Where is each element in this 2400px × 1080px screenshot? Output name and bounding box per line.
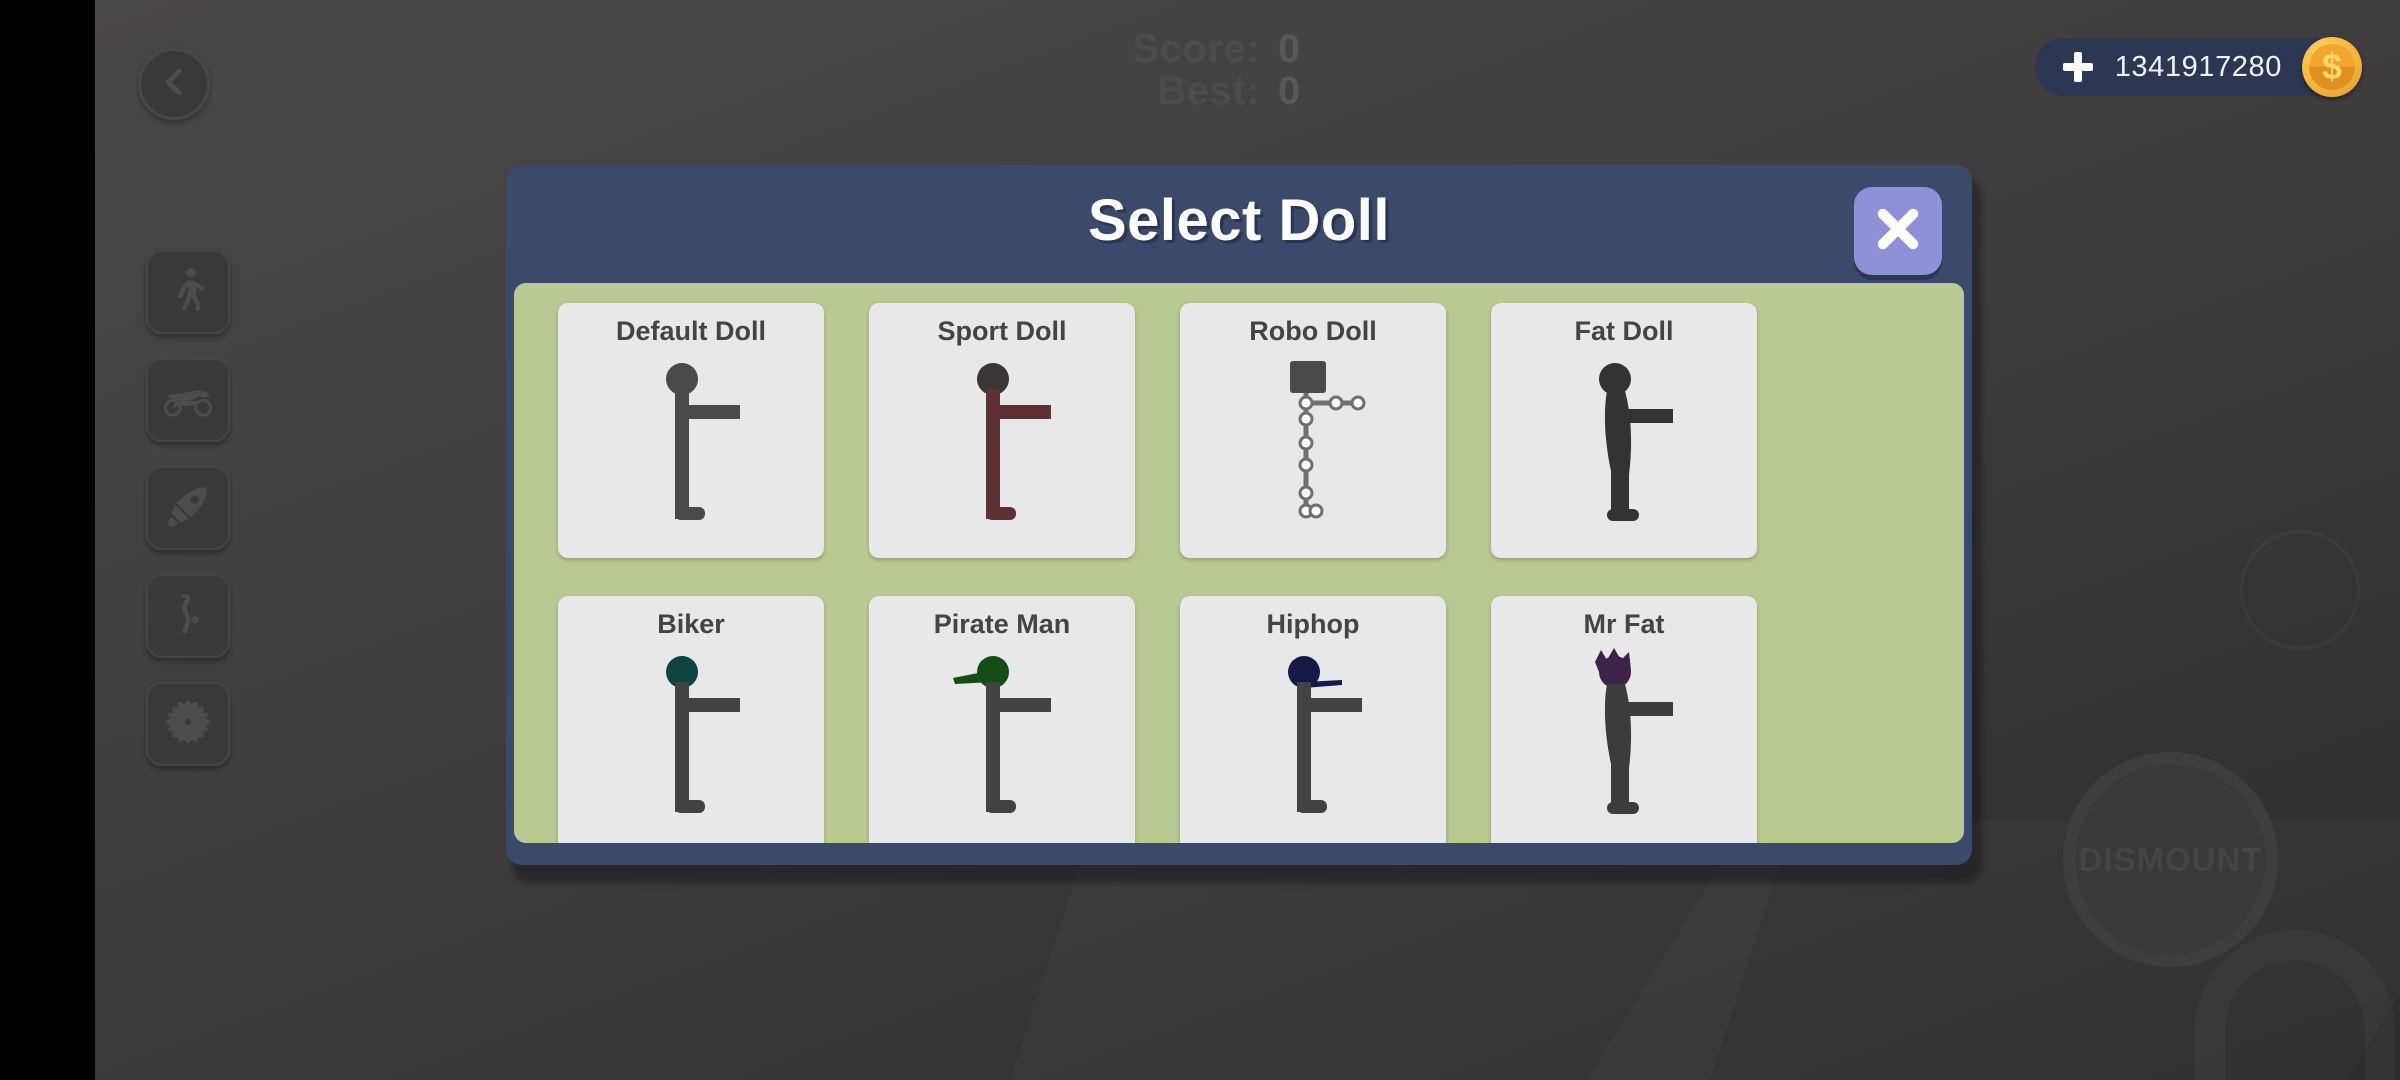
motorcycle-icon	[162, 372, 214, 429]
doll-card[interactable]: Mr Fat	[1491, 596, 1757, 843]
doll-figure-icon	[869, 644, 1135, 834]
tool-button-rocket[interactable]	[146, 466, 230, 550]
walking-person-icon	[162, 264, 214, 321]
tool-rail	[146, 250, 230, 766]
doll-figure-icon	[558, 351, 824, 541]
doll-name: Hiphop	[1266, 609, 1360, 639]
select-doll-modal: Select Doll Default Doll Sport Doll Robo D…	[506, 165, 1972, 865]
doll-figure-icon	[1180, 644, 1446, 834]
best-row: Best: 0	[1110, 70, 1430, 112]
coin-icon: $	[2302, 37, 2362, 97]
tool-button-walking-person[interactable]	[146, 250, 230, 334]
doll-list-panel[interactable]: Default Doll Sport Doll Robo Doll Fat Doll B…	[514, 283, 1964, 843]
doll-figure-icon	[869, 351, 1135, 541]
modal-titlebar: Select Doll	[506, 165, 1972, 283]
doll-card[interactable]: Fat Doll	[1491, 303, 1757, 558]
coin-dollar-glyph: $	[2321, 46, 2343, 87]
close-icon	[1870, 201, 1926, 262]
ragdoll-icon	[162, 588, 214, 645]
dismount-label: DISMOUNT	[2078, 840, 2263, 878]
doll-name: Mr Fat	[1583, 609, 1665, 639]
best-value: 0	[1278, 69, 1301, 113]
doll-name: Fat Doll	[1574, 316, 1674, 346]
best-label: Best:	[1157, 69, 1260, 113]
doll-card[interactable]: Biker	[558, 596, 824, 843]
back-button[interactable]	[138, 48, 210, 120]
doll-card[interactable]: Sport Doll	[869, 303, 1135, 558]
tool-button-ragdoll[interactable]	[146, 574, 230, 658]
close-button[interactable]	[1854, 187, 1942, 275]
rocket-icon	[162, 480, 214, 537]
coin-hud[interactable]: 1341917280 $	[2034, 37, 2362, 97]
doll-name: Robo Doll	[1249, 316, 1377, 346]
doll-row: Biker Pirate Man Hiphop Mr Fat	[526, 596, 1952, 843]
doll-card[interactable]: Default Doll	[558, 303, 824, 558]
doll-name: Biker	[657, 609, 725, 639]
doll-name: Sport Doll	[937, 316, 1067, 346]
doll-name: Default Doll	[615, 316, 766, 346]
chevron-left-icon	[157, 65, 191, 104]
doll-row: Default Doll Sport Doll Robo Doll Fat Doll	[526, 303, 1952, 558]
coin-pill[interactable]: 1341917280	[2034, 38, 2344, 96]
page-title: Select Doll	[1087, 188, 1391, 253]
score-value: 0	[1278, 27, 1301, 71]
score-panel: Score: 0 Best: 0	[1110, 28, 1430, 112]
coin-amount: 1341917280	[2114, 50, 2282, 83]
dismount-button[interactable]: DISMOUNT	[2063, 752, 2278, 967]
sawblade-icon	[162, 696, 214, 753]
score-label: Score:	[1132, 27, 1260, 71]
doll-figure-icon	[1491, 351, 1757, 541]
doll-figure-icon	[1180, 351, 1446, 541]
plus-icon[interactable]	[2062, 52, 2093, 82]
doll-figure-icon	[558, 644, 824, 834]
game-screen: Score: 0 Best: 0 1341917280 $ DISMOUNT S…	[0, 0, 2400, 1080]
tool-button-sawblade[interactable]	[146, 682, 230, 766]
doll-figure-icon	[1491, 644, 1757, 834]
doll-card[interactable]: Hiphop	[1180, 596, 1446, 843]
score-row: Score: 0	[1110, 28, 1430, 70]
background-ring	[2240, 530, 2360, 650]
doll-card[interactable]: Pirate Man	[869, 596, 1135, 843]
doll-name: Pirate Man	[933, 609, 1071, 639]
doll-card[interactable]: Robo Doll	[1180, 303, 1446, 558]
tool-button-motorcycle[interactable]	[146, 358, 230, 442]
